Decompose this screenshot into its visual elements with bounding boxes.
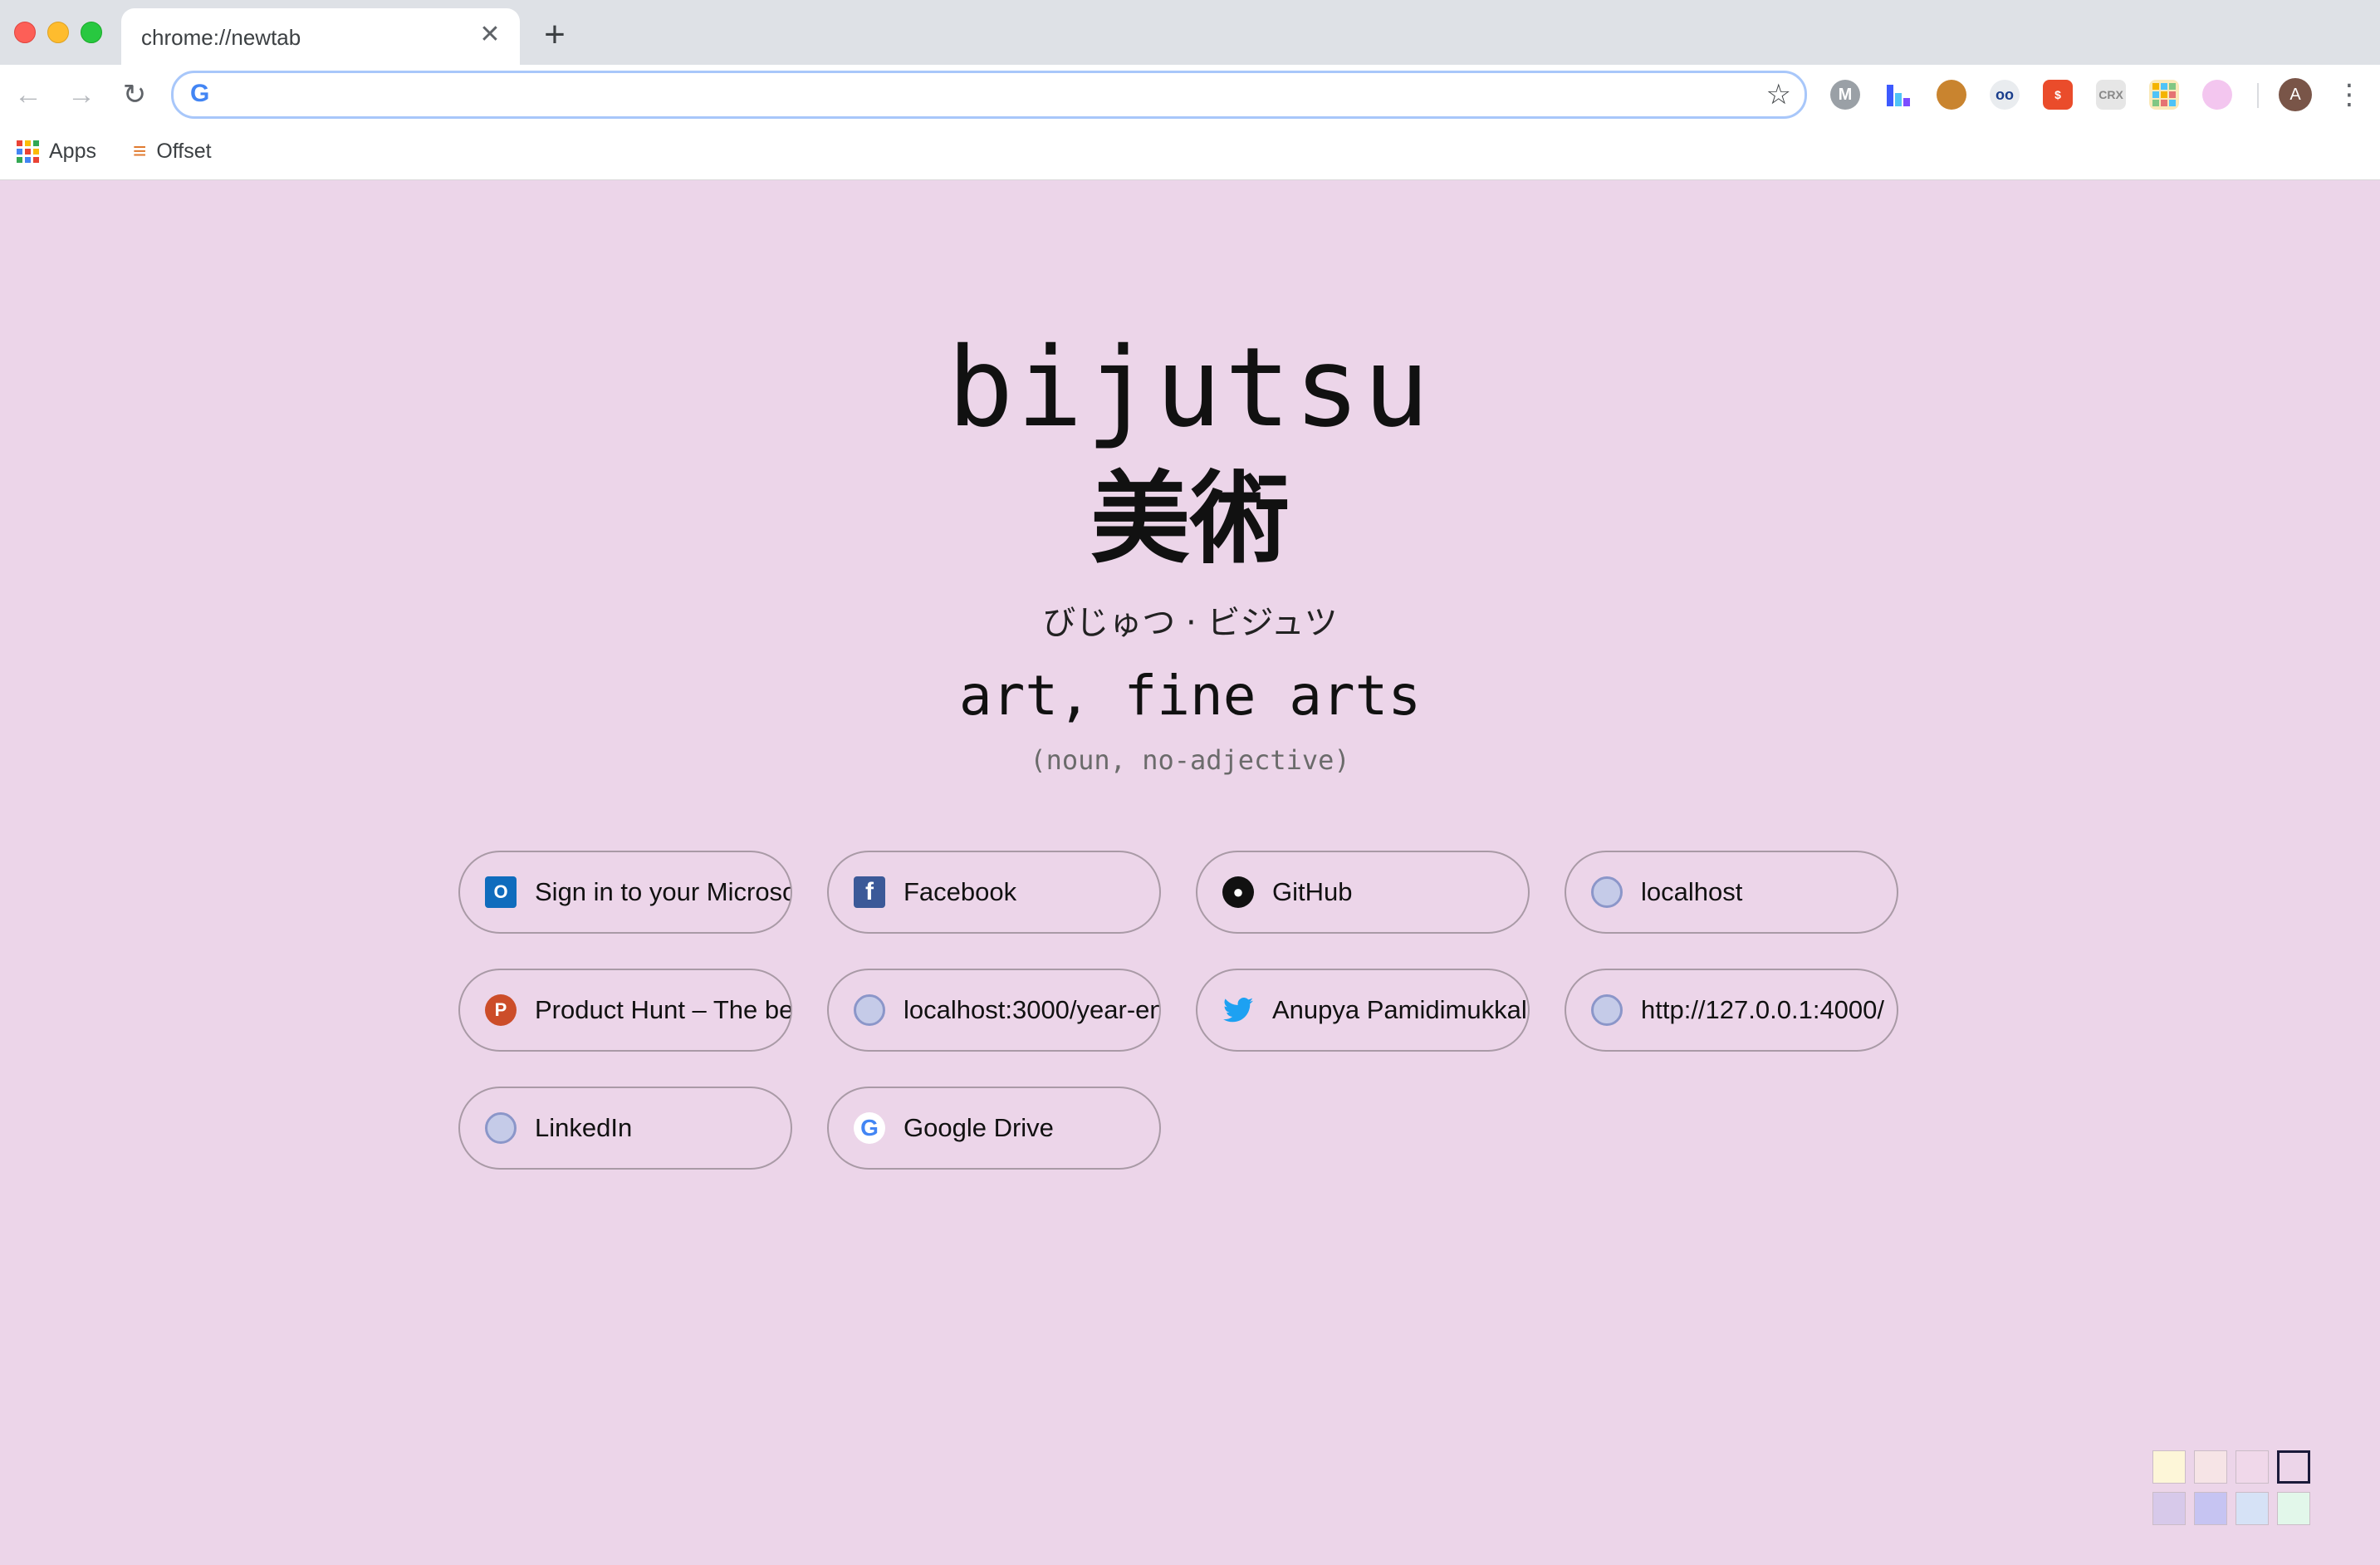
address-input[interactable]	[227, 78, 1725, 113]
shortcut-label: Product Hunt – The best new products	[535, 995, 792, 1024]
color-swatch[interactable]	[2152, 1450, 2186, 1484]
bookmark-apps[interactable]: Apps	[17, 135, 96, 168]
dollar-extension-icon[interactable]: $	[2043, 80, 2073, 110]
kebab-menu-icon[interactable]: ⋮	[2335, 76, 2363, 113]
back-arrow-icon[interactable]: ←	[10, 76, 47, 113]
toolbar-divider	[2257, 83, 2259, 108]
bookmarks-bar: Apps ≡ Offset	[0, 125, 2380, 180]
maximize-window-button[interactable]	[81, 22, 102, 43]
globe-icon	[854, 994, 885, 1026]
shortcut-linkedin[interactable]: LinkedIn	[458, 1087, 792, 1170]
word-kanji: 美術	[1090, 462, 1290, 577]
word-romaji: bijutsu	[947, 324, 1433, 452]
shortcut-127-0-0-1[interactable]: http://127.0.0.1:4000/	[1565, 969, 1898, 1052]
shortcut-label: Facebook	[904, 877, 1017, 906]
color-swatch[interactable]	[2152, 1492, 2186, 1525]
google-g-icon: G	[190, 80, 210, 107]
apps-grid-icon	[17, 140, 39, 163]
tab-title: chrome://newtab	[141, 25, 301, 50]
word-part-of-speech: (noun, no-adjective)	[1030, 744, 1350, 776]
shortcut-label: Sign in to your Microsoft account	[535, 877, 791, 906]
minimize-window-button[interactable]	[47, 22, 69, 43]
outlook-icon: O	[485, 876, 517, 908]
shortcut-localhost-3000[interactable]: localhost:3000/year-entries	[827, 969, 1161, 1052]
bookmark-star-icon[interactable]: ☆	[1766, 78, 1791, 111]
m-extension-icon[interactable]: M	[1830, 80, 1860, 110]
shortcut-label: GitHub	[1272, 877, 1353, 906]
globe-icon	[485, 1112, 517, 1144]
word-kana: びじゅつ · ビジュツ	[1042, 604, 1338, 642]
cookie-extension-icon[interactable]	[1937, 80, 1966, 110]
word-meaning: art, fine arts	[958, 664, 1422, 728]
twitter-icon	[1222, 994, 1254, 1026]
omnibox[interactable]: G ☆	[171, 71, 1807, 119]
color-swatch[interactable]	[2236, 1450, 2269, 1484]
shortcut-facebook[interactable]: f Facebook	[827, 851, 1161, 934]
shortcut-label: Google Drive	[904, 1113, 1054, 1142]
grid-extension-icon[interactable]	[2149, 80, 2179, 110]
shortcut-product-hunt[interactable]: P Product Hunt – The best new products	[458, 969, 792, 1052]
toolbar: ← → ↻ G ☆ M oo $ CRX A ⋮	[0, 65, 2380, 125]
circle-extension-icon[interactable]	[2202, 80, 2232, 110]
bar-chart-extension-icon[interactable]	[1883, 80, 1913, 110]
shortcut-label: http://127.0.0.1:4000/	[1641, 995, 1885, 1024]
globe-icon	[1591, 994, 1623, 1026]
shortcut-label: LinkedIn	[535, 1113, 633, 1142]
close-window-button[interactable]	[14, 22, 36, 43]
shortcut-github[interactable]: ● GitHub	[1196, 851, 1530, 934]
shortcut-outlook[interactable]: O Sign in to your Microsoft account	[458, 851, 792, 934]
shortcut-label: localhost:3000/year-entries	[904, 995, 1159, 1024]
shortcut-label: Anupya Pamidimukkala	[1272, 995, 1530, 1024]
active-tab[interactable]: chrome://newtab ✕	[121, 8, 520, 65]
bookmark-apps-label: Apps	[49, 139, 96, 163]
bookmark-offset[interactable]: ≡ Offset	[133, 135, 212, 168]
crx-extension-icon[interactable]: CRX	[2096, 80, 2126, 110]
shortcut-google-drive[interactable]: G Google Drive	[827, 1087, 1161, 1170]
color-swatch[interactable]	[2194, 1492, 2227, 1525]
facebook-icon: f	[854, 876, 885, 908]
forward-arrow-icon[interactable]: →	[63, 76, 100, 113]
google-icon: G	[854, 1112, 885, 1144]
profile-avatar[interactable]: A	[2279, 78, 2312, 111]
color-swatch[interactable]	[2277, 1450, 2310, 1484]
shortcut-twitter[interactable]: Anupya Pamidimukkala	[1196, 969, 1530, 1052]
glasses-extension-icon[interactable]: oo	[1990, 80, 2020, 110]
shortcut-localhost[interactable]: localhost	[1565, 851, 1898, 934]
shortcut-label: localhost	[1641, 877, 1743, 906]
theme-color-palette	[2152, 1450, 2315, 1525]
globe-icon	[1591, 876, 1623, 908]
bookmark-offset-label: Offset	[156, 139, 212, 163]
stack-overflow-icon: ≡	[133, 138, 147, 164]
color-swatch[interactable]	[2277, 1492, 2310, 1525]
tab-close-icon[interactable]: ✕	[475, 20, 505, 50]
product-hunt-icon: P	[485, 994, 517, 1026]
reload-icon[interactable]: ↻	[116, 76, 153, 113]
color-swatch[interactable]	[2194, 1450, 2227, 1484]
shortcut-grid: O Sign in to your Microsoft account f Fa…	[458, 851, 1900, 1170]
color-swatch[interactable]	[2236, 1492, 2269, 1525]
tab-strip: chrome://newtab ✕ +	[0, 0, 2380, 65]
new-tab-button[interactable]: +	[536, 17, 573, 53]
github-icon: ●	[1222, 876, 1254, 908]
